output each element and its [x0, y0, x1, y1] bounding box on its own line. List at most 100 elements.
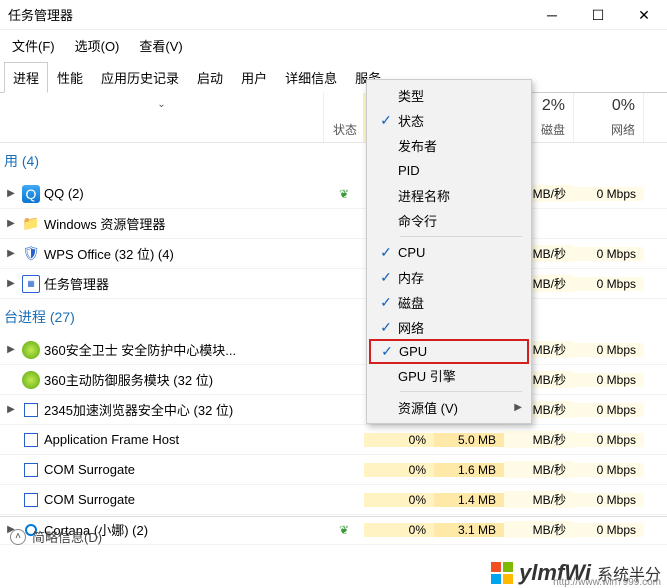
- shield-icon: 🛡: [22, 245, 40, 263]
- process-group-header: 台进程 (27): [0, 299, 667, 335]
- window-title: 任务管理器: [8, 5, 529, 24]
- generic-app-icon: [22, 491, 40, 509]
- menu-file[interactable]: 文件(F): [8, 34, 59, 57]
- minimize-button[interactable]: ─: [529, 0, 575, 30]
- process-row[interactable]: ▶2345加速浏览器安全中心 (32 位)MB/秒0 Mbps: [0, 395, 667, 425]
- context-menu-label: 状态: [398, 111, 522, 130]
- context-menu-item[interactable]: 命令行: [370, 208, 528, 233]
- context-menu-item[interactable]: 发布者: [370, 133, 528, 158]
- process-row[interactable]: ▶▦任务管理器MB/秒0 Mbps: [0, 269, 667, 299]
- expand-icon[interactable]: ▶: [4, 248, 18, 259]
- chevron-down-icon: ⌄: [157, 99, 165, 110]
- expand-icon[interactable]: ▶: [4, 218, 18, 229]
- context-menu-label: 进程名称: [398, 186, 522, 205]
- context-menu-item[interactable]: ✓磁盘: [370, 290, 528, 315]
- process-network-cell: 0 Mbps: [574, 373, 644, 387]
- tab-startup[interactable]: 启动: [188, 62, 232, 93]
- check-icon: ✓: [374, 319, 398, 336]
- process-row[interactable]: 360主动防御服务模块 (32 位)MB/秒0 Mbps: [0, 365, 667, 395]
- maximize-button[interactable]: ☐: [575, 0, 621, 30]
- expand-icon[interactable]: ▶: [4, 344, 18, 355]
- process-disk-cell: MB/秒: [504, 431, 574, 448]
- context-menu-item[interactable]: ✓状态: [370, 108, 528, 133]
- process-row[interactable]: ▶QQQ (2)❦MB/秒0 Mbps: [0, 179, 667, 209]
- column-header-row: ⌄ 状态 9% 60% 2% 磁盘 0% 网络: [0, 93, 667, 143]
- tab-details[interactable]: 详细信息: [276, 62, 346, 93]
- context-menu-item[interactable]: ✓网络: [370, 315, 528, 340]
- process-name-label: 360安全卫士 安全防护中心模块...: [44, 340, 236, 359]
- context-menu-label: 磁盘: [398, 293, 522, 312]
- process-name-label: WPS Office (32 位) (4): [44, 244, 174, 263]
- context-menu-label: 网络: [398, 318, 522, 337]
- context-menu-item[interactable]: ✓GPU: [369, 339, 529, 364]
- process-name-label: Application Frame Host: [44, 432, 179, 447]
- menu-view[interactable]: 查看(V): [135, 34, 186, 57]
- process-name-label: 360主动防御服务模块 (32 位): [44, 370, 213, 389]
- process-network-cell: 0 Mbps: [574, 343, 644, 357]
- process-network-cell: 0 Mbps: [574, 493, 644, 507]
- context-menu-item[interactable]: PID: [370, 158, 528, 183]
- context-menu-item[interactable]: ✓内存: [370, 265, 528, 290]
- column-header-status[interactable]: 状态: [324, 93, 364, 142]
- submenu-arrow-icon: ▶: [514, 402, 522, 413]
- close-button[interactable]: ✕: [621, 0, 667, 30]
- context-menu-label: CPU: [398, 245, 522, 260]
- column-header-status-label: 状态: [333, 121, 357, 138]
- context-menu-label: 命令行: [398, 211, 522, 230]
- process-name-label: COM Surrogate: [44, 462, 135, 477]
- tab-users[interactable]: 用户: [232, 62, 276, 93]
- menu-options[interactable]: 选项(O): [71, 34, 124, 57]
- process-list: 用 (4)▶QQQ (2)❦MB/秒0 Mbps▶📁Windows 资源管理器▶…: [0, 143, 667, 545]
- check-icon: ✓: [374, 244, 398, 261]
- context-menu-item[interactable]: 进程名称: [370, 183, 528, 208]
- process-network-cell: 0 Mbps: [574, 277, 644, 291]
- context-menu-item[interactable]: 资源值 (V)▶: [370, 395, 528, 420]
- column-header-name[interactable]: ⌄: [0, 93, 324, 142]
- process-name-label: 2345加速浏览器安全中心 (32 位): [44, 400, 233, 419]
- tab-processes[interactable]: 进程: [4, 62, 48, 93]
- context-menu-label: PID: [398, 163, 522, 178]
- process-row[interactable]: COM Surrogate0%1.6 MBMB/秒0 Mbps: [0, 455, 667, 485]
- network-percent: 0%: [612, 97, 635, 115]
- column-header-network[interactable]: 0% 网络: [574, 93, 644, 142]
- process-row[interactable]: ▶🛡WPS Office (32 位) (4)MB/秒0 Mbps: [0, 239, 667, 269]
- context-menu-label: GPU 引擎: [398, 366, 522, 385]
- process-row[interactable]: ▶360安全卫士 安全防护中心模块...MB/秒0 Mbps: [0, 335, 667, 365]
- process-name-label: Windows 资源管理器: [44, 214, 165, 233]
- process-row[interactable]: ▶📁Windows 资源管理器: [0, 209, 667, 239]
- expand-icon[interactable]: ▶: [4, 278, 18, 289]
- process-network-cell: 0 Mbps: [574, 463, 644, 477]
- network-label: 网络: [611, 121, 635, 138]
- disk-label: 磁盘: [541, 121, 565, 138]
- fewer-details-link[interactable]: ˄ 简略信息(D): [10, 527, 102, 546]
- 360-icon: [22, 371, 40, 389]
- context-menu-item[interactable]: GPU 引擎: [370, 363, 528, 388]
- context-menu-item[interactable]: ✓CPU: [370, 240, 528, 265]
- tab-performance[interactable]: 性能: [48, 62, 92, 93]
- process-network-cell: 0 Mbps: [574, 403, 644, 417]
- qq-icon: Q: [22, 185, 40, 203]
- fewer-details-label: 简略信息(D): [32, 527, 102, 546]
- process-memory-cell: 1.4 MB: [434, 493, 504, 507]
- context-menu-label: 发布者: [398, 136, 522, 155]
- generic-app-icon: [22, 431, 40, 449]
- footer-bar: ˄ 简略信息(D): [0, 516, 667, 556]
- process-row[interactable]: Application Frame Host0%5.0 MBMB/秒0 Mbps: [0, 425, 667, 455]
- expand-icon[interactable]: ▶: [4, 404, 18, 415]
- task-manager-icon: ▦: [22, 275, 40, 293]
- check-icon: ✓: [374, 112, 398, 129]
- tab-app-history[interactable]: 应用历史记录: [92, 62, 188, 93]
- context-menu-label: 类型: [398, 86, 522, 105]
- process-memory-cell: 5.0 MB: [434, 433, 504, 447]
- check-icon: ✓: [374, 269, 398, 286]
- process-cpu-cell: 0%: [364, 433, 434, 447]
- context-menu-item[interactable]: 类型: [370, 83, 528, 108]
- process-row[interactable]: COM Surrogate0%1.4 MBMB/秒0 Mbps: [0, 485, 667, 515]
- check-icon: ✓: [374, 294, 398, 311]
- expand-icon[interactable]: ▶: [4, 188, 18, 199]
- windows-logo-icon: [491, 562, 513, 584]
- tab-strip: 进程 性能 应用历史记录 启动 用户 详细信息 服务: [0, 61, 667, 93]
- process-status-cell: ❦: [324, 187, 364, 201]
- process-name-label: COM Surrogate: [44, 492, 135, 507]
- process-name-label: 任务管理器: [44, 274, 109, 293]
